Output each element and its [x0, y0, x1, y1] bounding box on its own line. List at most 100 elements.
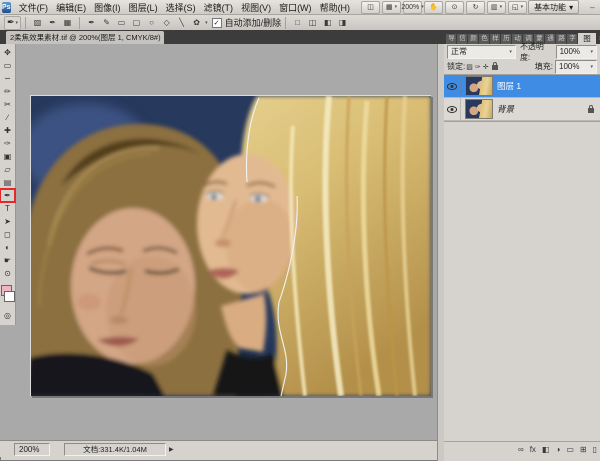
panel-tab[interactable]: 路径 — [556, 34, 566, 44]
launch-bridge-button[interactable]: ◫ — [361, 0, 381, 14]
screen-mode-button[interactable]: ◱ ▾ — [508, 0, 528, 14]
background-color-swatch[interactable] — [4, 291, 15, 302]
tools-panel: ✥ ▭ ∽ ✏ ✂ ∕ ✚ ✑ ▣ ▱ ▤ ✒ T ➤ ◻ ◐ ☛ ⊙ ◎ — [0, 44, 16, 325]
dodge-tool[interactable]: ◐ — [0, 241, 15, 254]
fill-field[interactable]: 100% ▾ — [555, 59, 597, 74]
layer-row[interactable]: 图层 1 — [444, 75, 600, 98]
panel-tab[interactable]: 历史 — [501, 34, 511, 44]
rectangle-tool-button[interactable]: ▭ — [114, 16, 129, 30]
photo-image[interactable] — [30, 95, 431, 396]
lock-position-icon[interactable]: ✛ — [483, 63, 489, 71]
menu-item[interactable]: 选择(S) — [162, 1, 200, 14]
hand-tool-button[interactable]: ✋ — [424, 0, 444, 14]
shape-tool[interactable]: ◻ — [0, 228, 15, 241]
type-tool[interactable]: T — [0, 202, 15, 215]
document-tab[interactable]: 2柔焦效果素材.tif @ 200%(图层 1, CMYK/8#) × — [6, 31, 164, 44]
add-path-area-button[interactable]: □ — [290, 16, 305, 30]
gradient-tool[interactable]: ▤ — [0, 176, 15, 189]
new-layer-icon[interactable]: ⊞ — [580, 445, 587, 454]
menu-item[interactable]: 视图(V) — [237, 1, 275, 14]
status-zoom-field[interactable]: 200% — [14, 442, 50, 456]
menu-item[interactable]: 编辑(E) — [52, 1, 90, 14]
menu-item[interactable]: 图像(I) — [90, 1, 125, 14]
move-tool[interactable]: ✥ — [0, 46, 15, 59]
rounded-rectangle-button[interactable]: ▢ — [129, 16, 144, 30]
zoom-tool-button[interactable]: ⊙ — [445, 0, 465, 14]
freeform-pen-button[interactable]: ✎ — [99, 16, 114, 30]
menu-item[interactable]: 滤镜(T) — [200, 1, 238, 14]
blend-mode-select[interactable]: 正常 ▾ — [447, 44, 516, 59]
lock-image-pixels-icon[interactable]: ✑ — [475, 63, 481, 71]
subtract-path-area-button[interactable]: ◫ — [305, 16, 320, 30]
view-extras-button[interactable]: ▦ ▾ — [382, 0, 402, 14]
line-tool-button[interactable]: ╲ — [174, 16, 189, 30]
auto-add-delete-checkbox[interactable]: ✓ — [211, 17, 222, 28]
healing-brush-tool[interactable]: ✚ — [0, 124, 15, 137]
opacity-field[interactable]: 100% ▾ — [555, 44, 597, 59]
custom-shape-button[interactable]: ✿ — [189, 16, 204, 30]
clone-stamp-tool[interactable]: ▣ — [0, 150, 15, 163]
menu-item[interactable]: 窗口(W) — [275, 1, 316, 14]
tab-layers[interactable]: 图层 — [578, 33, 596, 44]
canvas-pasteboard[interactable] — [0, 44, 437, 440]
lock-transparent-pixels-icon[interactable]: ▨ — [466, 63, 473, 71]
exclude-path-area-button[interactable]: ◨ — [335, 16, 350, 30]
add-layer-mask-icon[interactable]: ◧ — [542, 445, 550, 454]
menu-bar: Ps 文件(F) 编辑(E) 图像(I) 图层(L) 选择(S) 滤镜(T) 视图(V) 窗口… — [0, 0, 600, 15]
quick-mask-button[interactable]: ◎ — [0, 309, 15, 325]
zoom-level-dropdown[interactable]: 200% ▾ — [401, 0, 424, 14]
brush-tool[interactable]: ✑ — [0, 137, 15, 150]
lasso-tool[interactable]: ∽ — [0, 72, 15, 85]
fill-pixels-button[interactable]: ▦ — [60, 16, 75, 30]
status-bar: 200% 文档:331.4K/1.04M ▶ — [0, 440, 437, 457]
path-selection-tool[interactable]: ➤ — [0, 215, 15, 228]
status-options-arrow-icon[interactable]: ▶ — [169, 446, 174, 453]
layer-thumbnail[interactable] — [465, 99, 493, 119]
link-layers-icon[interactable]: ∞ — [518, 445, 524, 454]
panel-tab[interactable]: 字符 — [567, 34, 577, 44]
polygon-tool-button[interactable]: ◇ — [159, 16, 174, 30]
document-size-info: 文档:331.4K/1.04M — [64, 442, 166, 456]
color-swatches — [0, 284, 15, 306]
window-control-button[interactable]: – — [587, 3, 597, 12]
zoom-tool[interactable]: ⊙ — [0, 267, 15, 280]
arrange-documents-button[interactable]: ▥ ▾ — [487, 0, 507, 14]
eraser-tool[interactable]: ▱ — [0, 163, 15, 176]
hand-tool[interactable]: ☛ — [0, 254, 15, 267]
panel-tab[interactable]: 色板 — [479, 34, 489, 44]
visibility-toggle-eye-icon[interactable] — [444, 75, 461, 97]
layers-panel: 正常 ▾ 不透明度: 100% ▾ 锁定: ▨ ✑ ✛ 填充: 100% ▾ 图… — [444, 41, 600, 461]
intersect-path-area-button[interactable]: ◧ — [320, 16, 335, 30]
crop-tool[interactable]: ✂ — [0, 98, 15, 111]
layer-list: 图层 1 背景 — [444, 74, 600, 122]
delete-layer-icon[interactable]: ▯ — [593, 445, 597, 454]
panel-tab[interactable]: 颜色 — [468, 34, 478, 44]
marquee-tool[interactable]: ▭ — [0, 59, 15, 72]
visibility-toggle-eye-icon[interactable] — [444, 98, 461, 120]
menu-item[interactable]: 帮助(H) — [316, 1, 355, 14]
layer-thumbnail[interactable] — [465, 76, 493, 96]
paths-button[interactable]: ✒ — [45, 16, 60, 30]
quick-selection-tool[interactable]: ✏ — [0, 85, 15, 98]
menu-item[interactable]: 图层(L) — [125, 1, 162, 14]
fill-label: 填充: — [534, 62, 553, 71]
menu-item[interactable]: 文件(F) — [15, 1, 53, 14]
workspace-switcher[interactable]: 基本功能 ▾ — [528, 0, 580, 14]
panel-tab[interactable]: 样式 — [490, 34, 500, 44]
rotate-view-button[interactable]: ↻ — [466, 0, 486, 14]
ellipse-tool-button[interactable]: ○ — [144, 16, 159, 30]
pen-tool[interactable]: ✒ — [0, 188, 16, 203]
tool-preset-picker[interactable]: ✒ ▾ — [4, 15, 22, 30]
opacity-label: 不透明度: — [519, 41, 544, 62]
app-logo-icon[interactable]: Ps — [2, 1, 11, 13]
eyedropper-tool[interactable]: ∕ — [0, 111, 15, 124]
lock-all-icon[interactable] — [491, 62, 498, 70]
layer-row[interactable]: 背景 — [444, 98, 600, 121]
adjustment-layer-icon[interactable]: ◑ — [555, 445, 560, 454]
panel-tab[interactable]: 导航 — [446, 34, 456, 44]
panel-tab[interactable]: 信息 — [457, 34, 467, 44]
shape-layers-button[interactable]: ▨ — [30, 16, 45, 30]
layer-style-icon[interactable]: fx — [530, 445, 536, 454]
pen-tool-button[interactable]: ✒ — [84, 16, 99, 30]
new-group-icon[interactable]: ▭ — [566, 445, 574, 454]
